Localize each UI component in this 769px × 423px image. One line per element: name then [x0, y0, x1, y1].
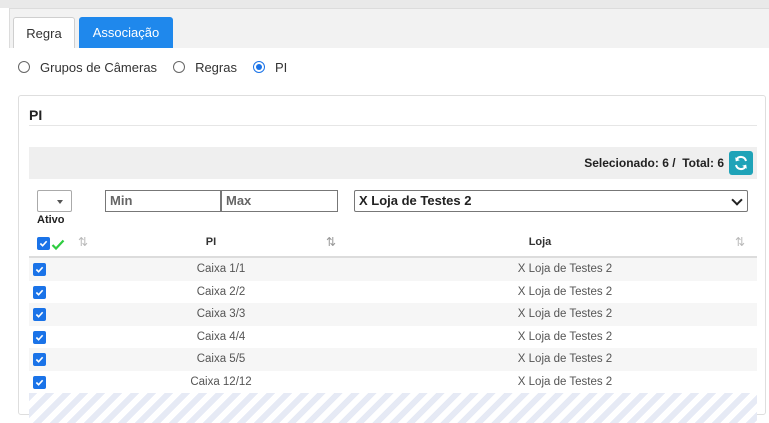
radio-grupos-cameras-label[interactable]: Grupos de Câmeras [40, 60, 157, 75]
tab-associacao[interactable]: Associação [79, 17, 173, 48]
loja-filter-select[interactable]: X Loja de Testes 2 [354, 190, 748, 212]
row-checkbox[interactable] [33, 263, 46, 276]
check-icon [35, 334, 44, 341]
column-header-pi[interactable]: PI [137, 236, 285, 248]
table-row[interactable]: Caixa 12/12 X Loja de Testes 2 [29, 371, 757, 394]
row-loja: X Loja de Testes 2 [517, 285, 613, 298]
table-row[interactable]: Caixa 3/3 X Loja de Testes 2 [29, 303, 757, 326]
pi-max-input[interactable]: Max [221, 190, 338, 212]
row-pi: Caixa 5/5 [196, 353, 246, 365]
check-icon [35, 311, 44, 318]
row-pi: Caixa 3/3 [196, 308, 246, 320]
loja-filter-value: X Loja de Testes 2 [359, 193, 472, 208]
ativo-filter-select[interactable] [37, 190, 72, 212]
tab-bar: Regra Associação [9, 8, 769, 48]
row-loja: X Loja de Testes 2 [517, 375, 613, 388]
caret-down-icon [57, 200, 63, 204]
refresh-button[interactable] [729, 151, 753, 175]
sort-ativo-icon[interactable]: ⇅ [78, 235, 88, 249]
column-header-loja[interactable]: Loja [365, 236, 715, 248]
chevron-down-icon [731, 194, 743, 206]
check-icon [39, 240, 48, 247]
loading-stripes [29, 393, 757, 423]
selection-status-bar: Selecionado: 6 / Total: 6 [29, 147, 757, 179]
select-all-checkbox[interactable] [37, 236, 50, 250]
row-loja: X Loja de Testes 2 [517, 263, 613, 275]
row-checkbox[interactable] [33, 375, 46, 389]
pi-max-placeholder: Max [226, 193, 252, 208]
row-pi: Caixa 2/2 [196, 285, 246, 298]
table-row[interactable]: Caixa 2/2 X Loja de Testes 2 [29, 281, 757, 304]
row-loja: X Loja de Testes 2 [517, 353, 613, 365]
row-checkbox[interactable] [33, 330, 46, 344]
table-row[interactable]: Caixa 4/4 X Loja de Testes 2 [29, 326, 757, 349]
refresh-icon [735, 155, 747, 171]
table-body: Caixa 1/1 X Loja de Testes 2 Caixa 2/2 X… [29, 258, 757, 393]
row-checkbox[interactable] [33, 285, 46, 299]
radio-grupos-cameras[interactable] [18, 61, 30, 73]
green-check-icon [51, 239, 65, 251]
pi-min-input[interactable]: Min [105, 190, 221, 212]
check-icon [35, 379, 44, 386]
sort-pi-icon[interactable]: ⇅ [326, 235, 336, 249]
top-strip [0, 0, 769, 8]
radio-pi-label[interactable]: PI [275, 60, 287, 75]
row-loja: X Loja de Testes 2 [517, 308, 613, 320]
check-icon [35, 356, 44, 363]
table-row[interactable]: Caixa 5/5 X Loja de Testes 2 [29, 348, 757, 371]
radio-pi[interactable] [252, 61, 265, 73]
row-pi: Caixa 12/12 [190, 375, 252, 388]
row-checkbox[interactable] [33, 308, 46, 321]
panel-divider [29, 125, 757, 126]
check-icon [35, 266, 44, 273]
radio-regras-label[interactable]: Regras [195, 60, 237, 75]
table-row[interactable]: Caixa 1/1 X Loja de Testes 2 [29, 258, 757, 281]
panel-title: PI [29, 107, 43, 123]
ativo-column-label: Ativo [37, 214, 65, 226]
row-pi: Caixa 4/4 [196, 330, 246, 343]
pi-min-placeholder: Min [110, 193, 133, 208]
row-loja: X Loja de Testes 2 [517, 330, 613, 343]
select-all-cell [37, 235, 65, 251]
radio-regras[interactable] [173, 61, 186, 73]
tab-regra[interactable]: Regra [13, 17, 75, 48]
association-type-radio-group: Grupos de Câmeras Regras PI [18, 58, 303, 76]
pi-panel: PI Selecionado: 6 / Total: 6 Min Max X L… [18, 95, 766, 423]
check-icon [35, 289, 44, 296]
selection-status: Selecionado: 6 / Total: 6 [584, 156, 724, 170]
row-checkbox[interactable] [33, 353, 46, 366]
row-pi: Caixa 1/1 [196, 263, 246, 275]
sort-loja-icon[interactable]: ⇅ [735, 235, 745, 249]
